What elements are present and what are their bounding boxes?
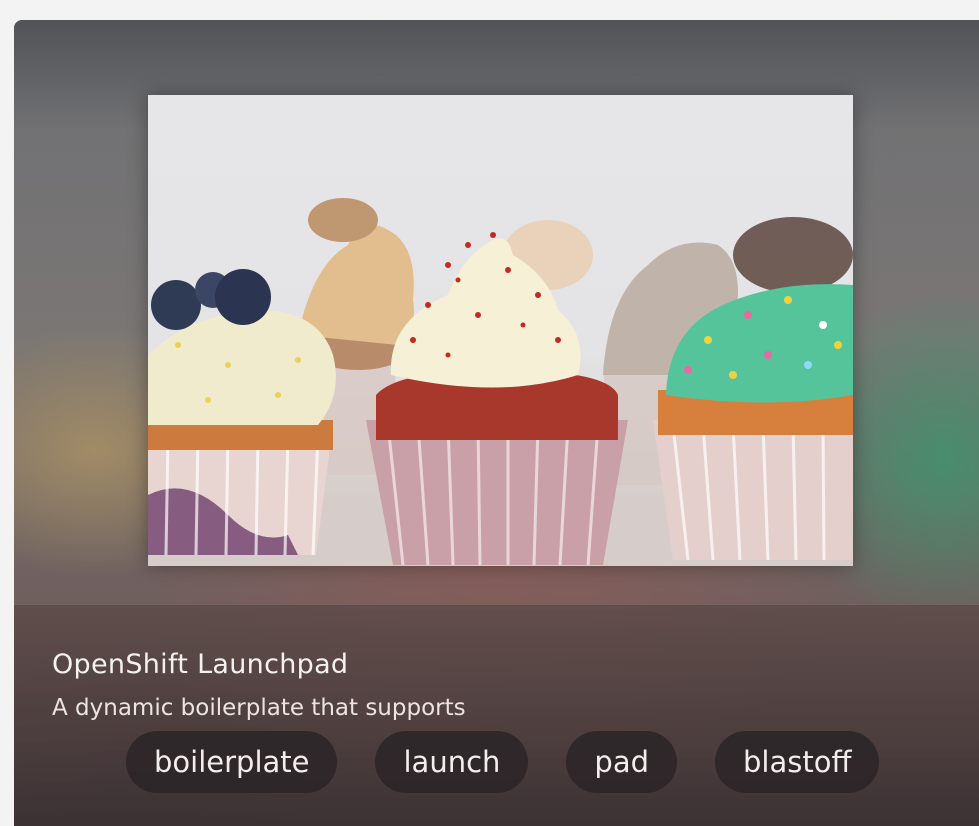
tag-launch[interactable]: launch xyxy=(375,731,529,793)
app-card[interactable]: OpenShift Launchpad A dynamic boilerplat… xyxy=(14,20,979,826)
tag-boilerplate[interactable]: boilerplate xyxy=(126,731,338,793)
app-title[interactable]: OpenShift Launchpad xyxy=(52,649,348,680)
tag-list: boilerplate launch pad blastoff xyxy=(126,731,880,793)
tag-blastoff[interactable]: blastoff xyxy=(715,731,880,793)
app-preview-image xyxy=(148,95,853,566)
app-info-panel: OpenShift Launchpad A dynamic boilerplat… xyxy=(14,604,979,826)
app-description: A dynamic boilerplate that supports xyxy=(52,695,466,721)
tag-pad[interactable]: pad xyxy=(566,731,677,793)
